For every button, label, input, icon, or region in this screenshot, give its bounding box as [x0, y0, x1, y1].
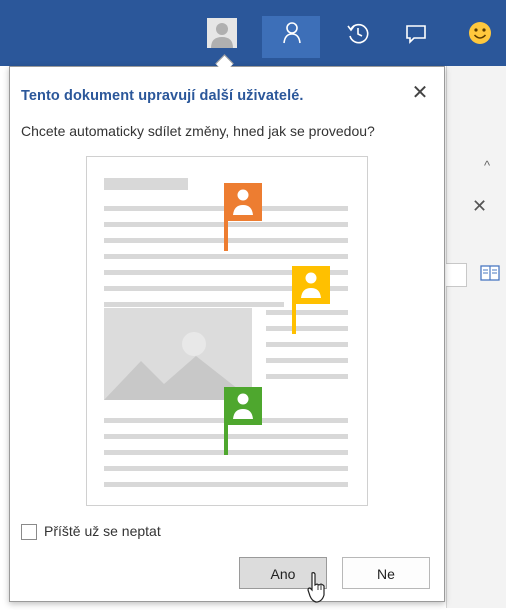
no-button[interactable]: Ne	[342, 557, 430, 589]
collaboration-illustration	[86, 156, 368, 506]
smiley-icon[interactable]	[465, 18, 495, 48]
dialog-title: Tento dokument upravují další uživatelé.	[21, 88, 304, 104]
dont-ask-label[interactable]: Příště už se neptat	[44, 523, 161, 539]
close-icon[interactable]: ✕	[410, 82, 430, 104]
comments-icon[interactable]	[401, 18, 431, 48]
mouse-cursor-icon	[306, 571, 330, 605]
user-avatar-icon[interactable]	[207, 18, 237, 48]
pane-input[interactable]	[446, 263, 467, 287]
history-icon[interactable]	[343, 18, 373, 48]
share-person-icon	[277, 18, 307, 48]
pane-close-icon[interactable]: ✕	[472, 196, 487, 217]
task-pane	[446, 66, 506, 608]
dialog-question: Chcete automaticky sdílet změny, hned ja…	[21, 123, 375, 139]
book-icon[interactable]	[480, 265, 500, 281]
collapse-caret-icon[interactable]: ^	[484, 158, 490, 173]
dont-ask-checkbox[interactable]	[21, 524, 37, 540]
